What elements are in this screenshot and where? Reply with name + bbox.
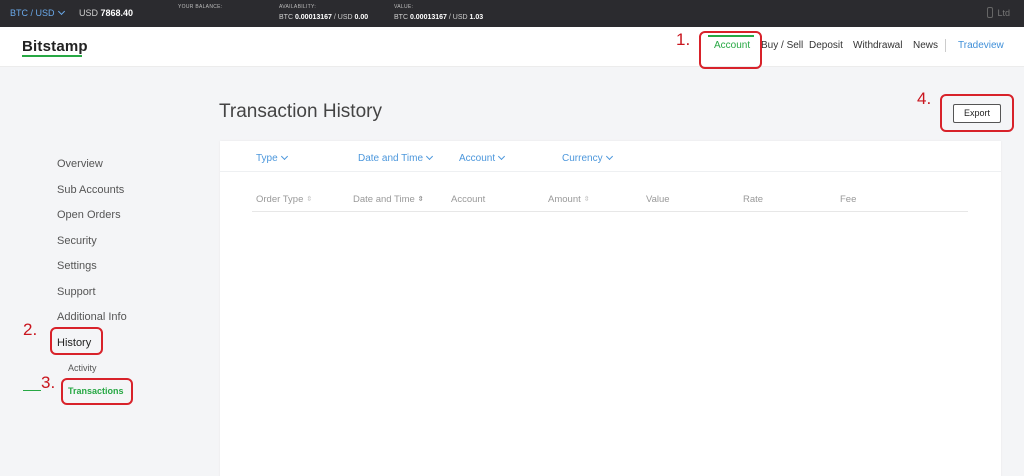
nav-deposit[interactable]: Deposit — [809, 40, 843, 51]
sort-icon: ⇳ — [417, 196, 424, 203]
user-icon — [987, 7, 994, 18]
column-header-date-and-time[interactable]: Date and Time ⇳ — [353, 194, 424, 205]
sidebar-item-additional-info[interactable]: Additional Info — [57, 311, 127, 323]
filter-type[interactable]: Type — [256, 152, 288, 164]
annotation-box-account — [699, 31, 762, 69]
filter-date-and-time[interactable]: Date and Time — [358, 152, 434, 164]
sidebar-item-security[interactable]: Security — [57, 235, 97, 247]
nav-buy-sell[interactable]: Buy / Sell — [761, 40, 803, 51]
column-header-fee: Fee — [840, 194, 857, 205]
bitstamp-logo[interactable]: Bitstamp — [22, 38, 88, 55]
availability-label: AVAILABILITY: — [279, 4, 317, 10]
price-value: 7868.40 — [100, 8, 134, 18]
filter-account[interactable]: Account — [459, 152, 506, 164]
sort-icon: ⇳ — [583, 196, 590, 203]
nav-separator — [945, 39, 946, 52]
sidebar-item-open-orders[interactable]: Open Orders — [57, 209, 121, 221]
chevron-down-icon — [426, 152, 434, 161]
logo-underline — [22, 55, 82, 57]
account-name: Ltd — [997, 8, 1010, 18]
column-header-order-type[interactable]: Order Type ⇳ — [256, 194, 312, 205]
chevron-down-icon — [498, 152, 506, 161]
current-price: USD 7868.40 — [79, 8, 134, 18]
sidebar-item-overview[interactable]: Overview — [57, 158, 103, 170]
chevron-down-icon — [57, 7, 65, 16]
annotation-box-history — [50, 327, 103, 355]
table-header-divider — [252, 211, 968, 212]
account-menu[interactable]: Ltd — [987, 7, 1010, 18]
column-header-rate: Rate — [743, 194, 764, 205]
filter-currency[interactable]: Currency — [562, 152, 613, 164]
annotation-3: 3. — [41, 373, 56, 392]
nav-news[interactable]: News — [913, 40, 938, 51]
active-item-marker — [23, 390, 41, 391]
sort-icon: ⇳ — [306, 196, 313, 203]
annotation-2: 2. — [23, 320, 38, 339]
sidebar-item-settings[interactable]: Settings — [57, 260, 97, 272]
page-title: Transaction History — [219, 101, 382, 122]
currency-pair-label: BTC / USD — [10, 8, 55, 18]
top-status-bar: BTC / USD USD 7868.40 YOUR BALANCE: AVAI… — [0, 0, 1024, 27]
value-amount: BTC 0.00013167 / USD 1.03 — [394, 14, 484, 21]
nav-tradeview[interactable]: Tradeview — [958, 40, 1004, 51]
sidebar-item-support[interactable]: Support — [57, 286, 96, 298]
chevron-down-icon — [280, 152, 288, 161]
balance-label: YOUR BALANCE: — [178, 4, 223, 10]
filter-divider — [220, 171, 1001, 172]
transactions-panel — [220, 141, 1001, 476]
value-label: VALUE: — [394, 4, 414, 10]
column-header-value: Value — [646, 194, 670, 205]
availability-value: BTC 0.00013167 / USD 0.00 — [279, 14, 369, 21]
annotation-box-transactions — [61, 378, 133, 405]
annotation-4: 4. — [917, 89, 932, 108]
chevron-down-icon — [605, 152, 613, 161]
column-header-account: Account — [451, 194, 486, 205]
nav-withdrawal[interactable]: Withdrawal — [853, 40, 902, 51]
currency-pair-selector[interactable]: BTC / USD — [10, 7, 68, 18]
sidebar-item-sub-accounts[interactable]: Sub Accounts — [57, 184, 124, 196]
export-button[interactable]: Export — [953, 104, 1001, 123]
column-header-amount[interactable]: Amount ⇳ — [548, 194, 590, 205]
sidebar-subitem-activity[interactable]: Activity — [68, 363, 97, 373]
annotation-1: 1. — [676, 30, 691, 49]
